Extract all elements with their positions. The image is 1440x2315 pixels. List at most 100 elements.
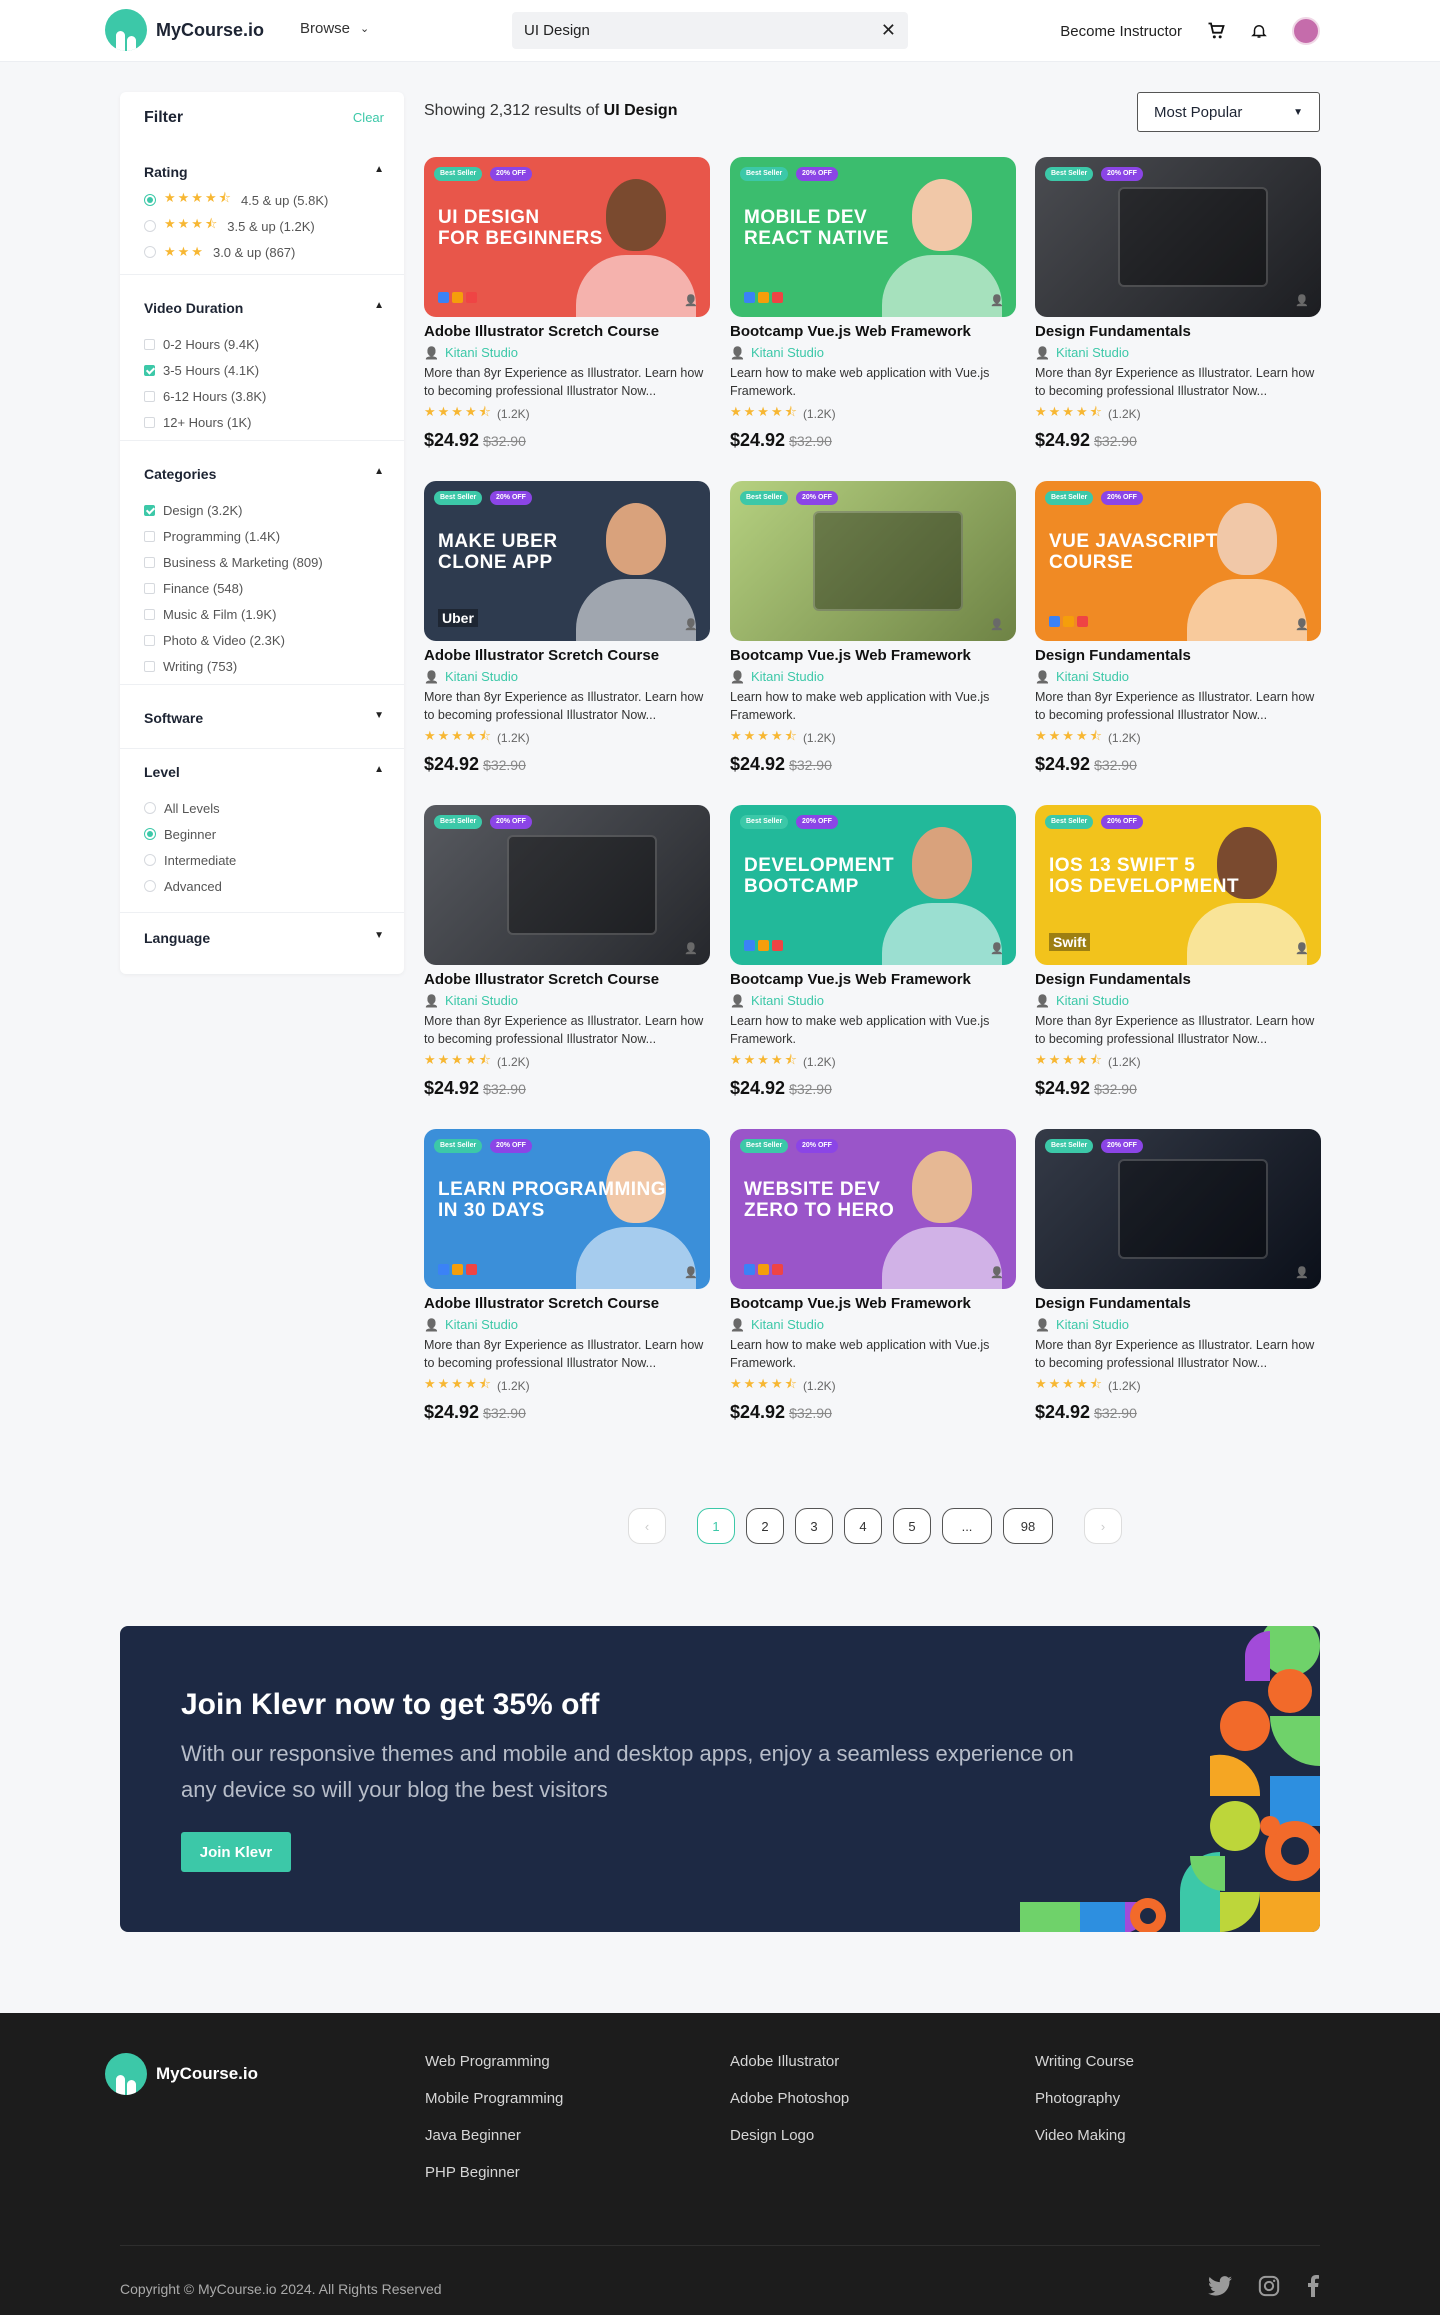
page-button[interactable]: ... <box>942 1508 992 1544</box>
course-author[interactable]: 👤 Kitani Studio <box>730 345 1016 360</box>
course-author[interactable]: 👤 Kitani Studio <box>730 1317 1016 1332</box>
course-card[interactable]: Best Seller 20% OFF 👤 Design Fundamentals 👤 K… <box>1035 1129 1321 1423</box>
clear-search-icon[interactable]: ✕ <box>881 20 896 41</box>
page-button[interactable]: 2 <box>746 1508 784 1544</box>
course-thumbnail[interactable]: MAKE UBER CLONE APP Uber Best Seller 20% OF… <box>424 481 710 641</box>
course-card[interactable]: Best Seller 20% OFF 👤 Design Fundamentals 👤 K… <box>1035 157 1321 451</box>
course-thumbnail[interactable]: LEARN PROGRAMMING IN 30 DAYS Best Seller 2… <box>424 1129 710 1289</box>
categories-option[interactable]: Finance (548) <box>144 580 243 596</box>
chevron-down-icon[interactable]: ▼ <box>374 710 384 721</box>
footer-link[interactable]: Java Beginner <box>425 2127 563 2146</box>
course-author[interactable]: 👤 Kitani Studio <box>1035 345 1321 360</box>
footer-brand-logo[interactable]: MyCourse.io <box>105 2053 258 2095</box>
course-card[interactable]: WEBSITE DEV ZERO TO HERO Best Seller 20% O… <box>730 1129 1016 1423</box>
radio-button[interactable] <box>144 194 156 206</box>
course-thumbnail[interactable]: Best Seller 20% OFF 👤 <box>424 805 710 965</box>
course-author[interactable]: 👤 Kitani Studio <box>424 993 710 1008</box>
course-card[interactable]: MOBILE DEV REACT NATIVE Best Seller 20% OF… <box>730 157 1016 451</box>
categories-option[interactable]: Design (3.2K) <box>144 502 242 518</box>
footer-link[interactable]: Adobe Photoshop <box>730 2090 849 2109</box>
browse-menu[interactable]: Browse ⌄ <box>300 20 369 37</box>
course-thumbnail[interactable]: UI DESIGN FOR BEGINNERS Best Seller 20% OF… <box>424 157 710 317</box>
radio-button[interactable] <box>144 880 156 892</box>
course-author[interactable]: 👤 Kitani Studio <box>730 669 1016 684</box>
sort-dropdown[interactable]: Most Popular ▼ <box>1137 92 1320 132</box>
user-avatar[interactable] <box>1292 17 1320 45</box>
cart-icon[interactable] <box>1206 21 1226 41</box>
video-duration-heading[interactable]: Video Duration <box>144 300 243 316</box>
page-button[interactable]: 3 <box>795 1508 833 1544</box>
course-author[interactable]: 👤 Kitani Studio <box>730 993 1016 1008</box>
course-title[interactable]: Adobe Illustrator Scretch Course <box>424 647 710 664</box>
course-author[interactable]: 👤 Kitani Studio <box>424 1317 710 1332</box>
checkbox[interactable] <box>144 390 155 402</box>
level-option[interactable]: Intermediate <box>144 852 236 868</box>
twitter-icon[interactable] <box>1208 2276 1232 2296</box>
language-heading[interactable]: Language <box>144 930 210 946</box>
course-thumbnail[interactable]: DEVELOPMENT BOOTCAMP Best Seller 20% OFF 👤 <box>730 805 1016 965</box>
course-thumbnail[interactable]: IOS 13 SWIFT 5 IOS DEVELOPMENT Swift Best … <box>1035 805 1321 965</box>
course-title[interactable]: Design Fundamentals <box>1035 1295 1321 1312</box>
course-author[interactable]: 👤 Kitani Studio <box>1035 669 1321 684</box>
page-button[interactable]: 1 <box>697 1508 735 1544</box>
checkbox[interactable] <box>144 504 155 516</box>
categories-option[interactable]: Writing (753) <box>144 658 237 674</box>
duration-option[interactable]: 12+ Hours (1K) <box>144 414 252 430</box>
course-author[interactable]: 👤 Kitani Studio <box>1035 993 1321 1008</box>
rating-option[interactable]: ★★★ 3.0 & up (867) <box>144 244 295 260</box>
course-card[interactable]: Best Seller 20% OFF 👤 Adobe Illustrator Scr… <box>424 805 710 1099</box>
checkbox[interactable] <box>144 582 155 594</box>
chevron-down-icon[interactable]: ▼ <box>374 930 384 941</box>
course-card[interactable]: DEVELOPMENT BOOTCAMP Best Seller 20% OFF 👤 B… <box>730 805 1016 1099</box>
level-option[interactable]: Advanced <box>144 878 222 894</box>
categories-option[interactable]: Photo & Video (2.3K) <box>144 632 285 648</box>
next-page-button[interactable]: › <box>1084 1508 1122 1544</box>
checkbox[interactable] <box>144 338 155 350</box>
facebook-icon[interactable] <box>1306 2275 1320 2297</box>
course-card[interactable]: IOS 13 SWIFT 5 IOS DEVELOPMENT Swift Best … <box>1035 805 1321 1099</box>
rating-option[interactable]: ★★★★⯪ 4.5 & up (5.8K) <box>144 190 328 208</box>
course-card[interactable]: LEARN PROGRAMMING IN 30 DAYS Best Seller 2… <box>424 1129 710 1423</box>
page-button[interactable]: 98 <box>1003 1508 1053 1544</box>
course-card[interactable]: Best Seller 20% OFF 👤 Bootcamp Vue.js Web F… <box>730 481 1016 775</box>
course-card[interactable]: MAKE UBER CLONE APP Uber Best Seller 20% OF… <box>424 481 710 775</box>
footer-link[interactable]: Video Making <box>1035 2127 1134 2146</box>
course-title[interactable]: Adobe Illustrator Scretch Course <box>424 323 710 340</box>
course-title[interactable]: Bootcamp Vue.js Web Framework <box>730 647 1016 664</box>
categories-heading[interactable]: Categories <box>144 466 216 482</box>
course-title[interactable]: Bootcamp Vue.js Web Framework <box>730 323 1016 340</box>
course-thumbnail[interactable]: WEBSITE DEV ZERO TO HERO Best Seller 20% O… <box>730 1129 1016 1289</box>
software-heading[interactable]: Software <box>144 710 203 726</box>
footer-link[interactable]: Photography <box>1035 2090 1134 2109</box>
footer-link[interactable]: Adobe Illustrator <box>730 2053 849 2072</box>
become-instructor-link[interactable]: Become Instructor <box>1060 23 1182 40</box>
radio-button[interactable] <box>144 246 156 258</box>
course-author[interactable]: 👤 Kitani Studio <box>1035 1317 1321 1332</box>
level-option[interactable]: Beginner <box>144 826 216 842</box>
join-klevr-button[interactable]: Join Klevr <box>181 1832 291 1872</box>
categories-option[interactable]: Programming (1.4K) <box>144 528 280 544</box>
brand-logo[interactable]: MyCourse.io <box>105 9 264 51</box>
checkbox[interactable] <box>144 416 155 428</box>
checkbox[interactable] <box>144 634 155 646</box>
duration-option[interactable]: 0-2 Hours (9.4K) <box>144 336 259 352</box>
course-author[interactable]: 👤 Kitani Studio <box>424 345 710 360</box>
course-title[interactable]: Design Fundamentals <box>1035 647 1321 664</box>
chevron-up-icon[interactable]: ▲ <box>374 466 384 477</box>
level-heading[interactable]: Level <box>144 764 180 780</box>
course-thumbnail[interactable]: Best Seller 20% OFF 👤 <box>730 481 1016 641</box>
course-title[interactable]: Bootcamp Vue.js Web Framework <box>730 1295 1016 1312</box>
level-option[interactable]: All Levels <box>144 800 220 816</box>
rating-heading[interactable]: Rating <box>144 164 188 180</box>
rating-option[interactable]: ★★★⯪ 3.5 & up (1.2K) <box>144 216 315 234</box>
course-thumbnail[interactable]: MOBILE DEV REACT NATIVE Best Seller 20% OF… <box>730 157 1016 317</box>
radio-button[interactable] <box>144 220 156 232</box>
clear-filters-button[interactable]: Clear <box>353 110 384 125</box>
footer-link[interactable]: Design Logo <box>730 2127 849 2146</box>
radio-button[interactable] <box>144 828 156 840</box>
course-card[interactable]: UI DESIGN FOR BEGINNERS Best Seller 20% OF… <box>424 157 710 451</box>
course-author[interactable]: 👤 Kitani Studio <box>424 669 710 684</box>
course-card[interactable]: VUE JAVASCRIPT COURSE Best Seller 20% OFF 👤… <box>1035 481 1321 775</box>
footer-link[interactable]: Writing Course <box>1035 2053 1134 2072</box>
page-button[interactable]: 5 <box>893 1508 931 1544</box>
